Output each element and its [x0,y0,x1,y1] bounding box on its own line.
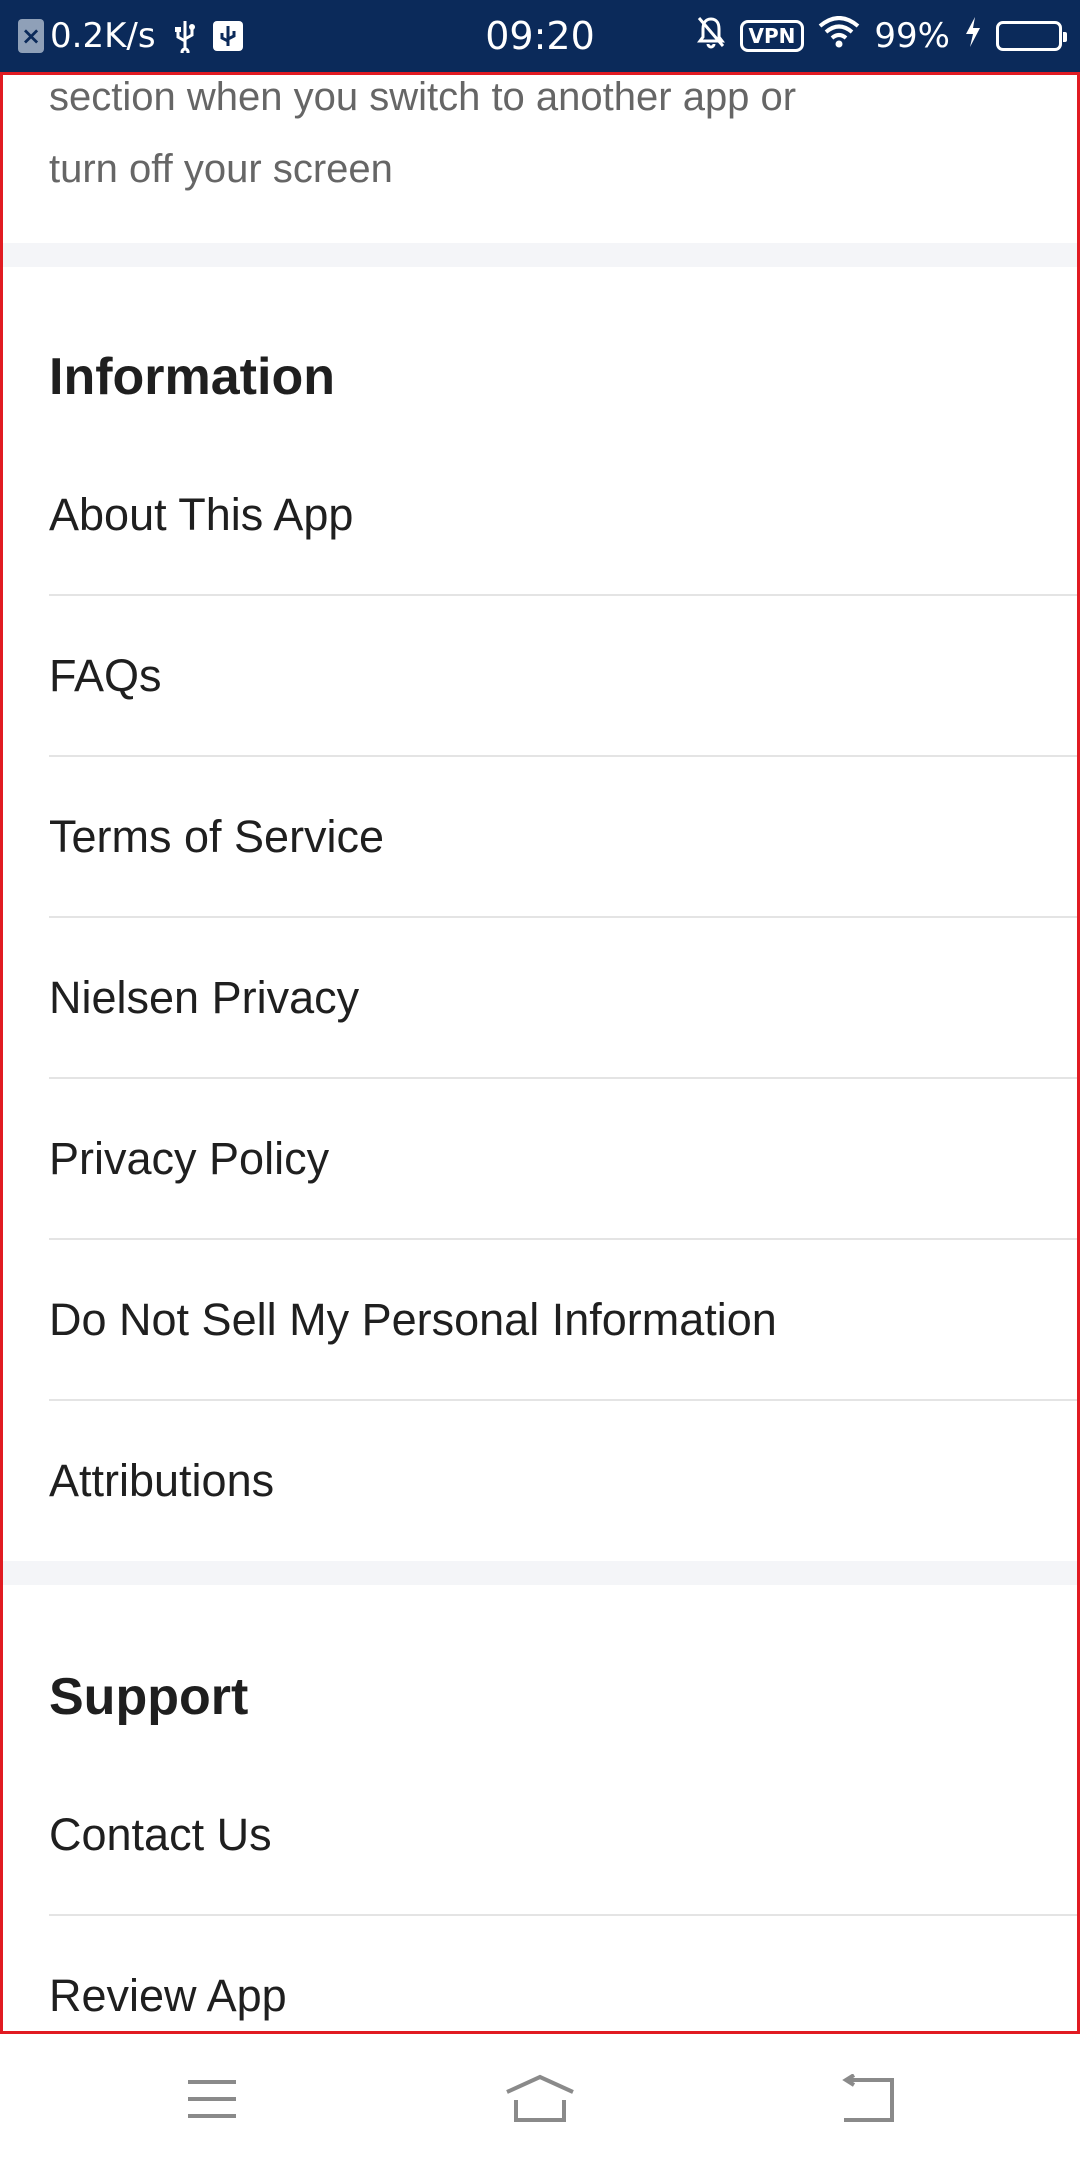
system-nav-bar [0,2034,1080,2160]
section-title-support: Support [49,1668,249,1726]
description-line-2: turn off your screen [49,147,393,191]
status-bar: × 0.2K/s 09:20 VPN 99% [0,0,1080,72]
section-separator [3,1561,1077,1585]
description-line-1: section when you switch to another app o… [49,75,797,119]
menu-item-faqs[interactable]: FAQs [49,596,1077,756]
status-right-group: VPN 99% [696,0,1067,72]
menu-item-review-app[interactable]: Review App [49,1916,1077,2031]
battery-icon [996,21,1067,51]
menu-item-privacy-policy[interactable]: Privacy Policy [49,1079,1077,1239]
charging-icon [964,16,982,57]
silent-bell-icon [696,15,726,58]
menu-item-attributions[interactable]: Attributions [49,1401,1077,1561]
section-title-information: Information [49,348,335,406]
menu-icon[interactable] [172,2064,252,2134]
battery-percent: 99% [874,16,950,56]
menu-item-terms-of-service[interactable]: Terms of Service [49,757,1077,917]
menu-item-about-this-app[interactable]: About This App [49,435,1077,595]
back-icon[interactable] [828,2064,908,2134]
home-icon[interactable] [500,2064,580,2134]
settings-scroll-area[interactable]: section when you switch to another app o… [0,72,1080,2034]
menu-item-do-not-sell[interactable]: Do Not Sell My Personal Information [49,1240,1077,1400]
menu-item-contact-us[interactable]: Contact Us [49,1755,1077,1915]
menu-item-nielsen-privacy[interactable]: Nielsen Privacy [49,918,1077,1078]
wifi-icon [818,15,860,57]
vpn-badge: VPN [739,20,805,52]
section-separator [3,243,1077,267]
